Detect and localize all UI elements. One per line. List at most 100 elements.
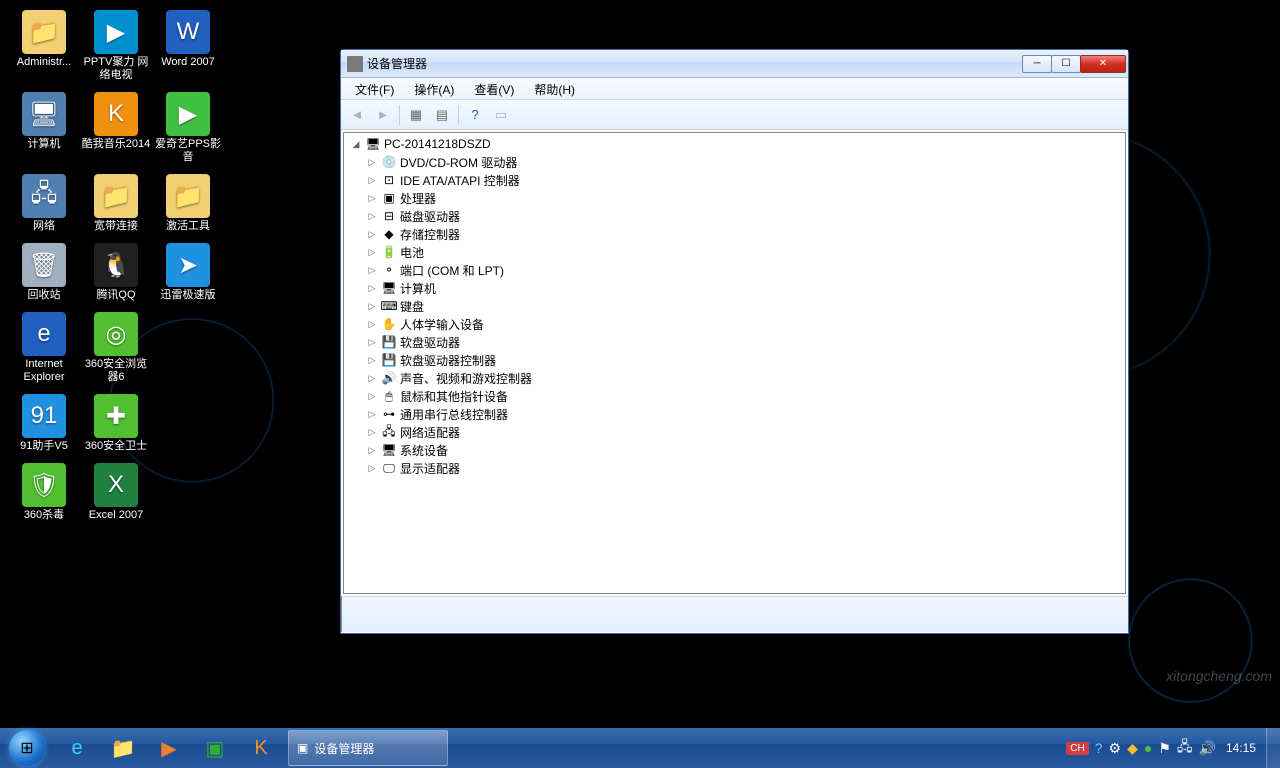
desktop-icon[interactable]: 🖧网络 xyxy=(8,174,80,233)
view-button[interactable]: ▤ xyxy=(430,103,454,127)
expand-icon[interactable]: ▷ xyxy=(366,391,378,402)
tree-category[interactable]: ▷▣处理器 xyxy=(344,189,1125,207)
taskbar: ⊞ e📁▶▣K ▣ 设备管理器 CH ? ⚙ ◆ ● ⚑ 🖧 🔊 14:15 xyxy=(0,728,1280,768)
expand-icon[interactable]: ▷ xyxy=(366,265,378,276)
category-icon: 🖧 xyxy=(381,424,397,440)
minimize-button[interactable]: ─ xyxy=(1022,55,1052,73)
show-hidden-button[interactable]: ▦ xyxy=(404,103,428,127)
desktop-icon[interactable]: 📁宽带连接 xyxy=(80,174,152,233)
tree-category[interactable]: ▷✋人体学输入设备 xyxy=(344,315,1125,333)
desktop-icon[interactable]: ◎360安全浏览器6 xyxy=(80,312,152,384)
collapse-icon[interactable]: ◢ xyxy=(350,139,362,150)
desktop-icon[interactable]: ▶爱奇艺PPS影音 xyxy=(152,92,224,164)
tray-help-icon[interactable]: ? xyxy=(1095,740,1103,756)
tree-category[interactable]: ▷🖵显示适配器 xyxy=(344,459,1125,477)
desktop-icon[interactable]: 📁激活工具 xyxy=(152,174,224,233)
pinned-app[interactable]: K xyxy=(239,730,283,766)
expand-icon[interactable]: ▷ xyxy=(366,355,378,366)
tree-category[interactable]: ▷🖧网络适配器 xyxy=(344,423,1125,441)
tree-category[interactable]: ▷⊶通用串行总线控制器 xyxy=(344,405,1125,423)
tray-flag-icon[interactable]: ⚑ xyxy=(1158,740,1171,757)
expand-icon[interactable]: ▷ xyxy=(366,211,378,222)
desktop-icon[interactable]: 🛡360杀毒 xyxy=(8,463,80,522)
tree-category[interactable]: ▷🔊声音、视频和游戏控制器 xyxy=(344,369,1125,387)
tray-gear-icon[interactable]: ⚙ xyxy=(1109,740,1122,757)
expand-icon[interactable]: ▷ xyxy=(366,247,378,258)
desktop-icon[interactable]: ➤迅雷极速版 xyxy=(152,243,224,302)
tree-category[interactable]: ▷⊟磁盘驱动器 xyxy=(344,207,1125,225)
desktop-icon[interactable]: ✚360安全卫士 xyxy=(80,394,152,453)
desktop-icon[interactable]: 9191助手V5 xyxy=(8,394,80,453)
category-label: 网络适配器 xyxy=(400,424,460,441)
maximize-button[interactable]: ☐ xyxy=(1051,55,1081,73)
expand-icon[interactable]: ▷ xyxy=(366,319,378,330)
desktop-icon[interactable]: 📁Administr... xyxy=(8,10,80,82)
category-label: 声音、视频和游戏控制器 xyxy=(400,370,532,387)
expand-icon[interactable]: ▷ xyxy=(366,175,378,186)
expand-icon[interactable]: ▷ xyxy=(366,157,378,168)
menu-item[interactable]: 查看(V) xyxy=(464,78,524,99)
show-desktop-button[interactable] xyxy=(1266,728,1280,768)
pinned-app[interactable]: e xyxy=(55,730,99,766)
category-label: 人体学输入设备 xyxy=(400,316,484,333)
close-button[interactable]: ✕ xyxy=(1080,55,1126,73)
clock[interactable]: 14:15 xyxy=(1222,741,1260,755)
expand-icon[interactable]: ▷ xyxy=(366,427,378,438)
app-icon: 🛡 xyxy=(22,463,66,507)
expand-icon[interactable]: ▷ xyxy=(366,283,378,294)
tree-category[interactable]: ▷💾软盘驱动器控制器 xyxy=(344,351,1125,369)
tree-category[interactable]: ▷💾软盘驱动器 xyxy=(344,333,1125,351)
desktop-icon[interactable]: 🐧腾讯QQ xyxy=(80,243,152,302)
desktop-icon[interactable]: 🗑回收站 xyxy=(8,243,80,302)
menu-item[interactable]: 帮助(H) xyxy=(524,78,585,99)
expand-icon[interactable]: ▷ xyxy=(366,445,378,456)
desktop-icon[interactable]: XExcel 2007 xyxy=(80,463,152,522)
start-button[interactable]: ⊞ xyxy=(0,728,54,768)
ime-indicator[interactable]: CH xyxy=(1066,742,1088,755)
category-icon: ⌨ xyxy=(381,298,397,314)
tree-category[interactable]: ▷⌨键盘 xyxy=(344,297,1125,315)
tray-volume-icon[interactable]: 🔊 xyxy=(1199,740,1216,757)
desktop[interactable]: 📁Administr...▶PPTV聚力 网络电视WWord 2007 🖥计算机K… xyxy=(0,0,1280,728)
device-tree[interactable]: ◢ 🖥 PC-20141218DSZD ▷💿DVD/CD-ROM 驱动器▷⊡ID… xyxy=(343,132,1126,594)
pinned-app[interactable]: ▣ xyxy=(193,730,237,766)
expand-icon[interactable]: ▷ xyxy=(366,301,378,312)
tree-category[interactable]: ▷🖱鼠标和其他指针设备 xyxy=(344,387,1125,405)
icon-label: 91助手V5 xyxy=(20,440,68,453)
app-icon: 🐧 xyxy=(94,243,138,287)
icon-label: 酷我音乐2014 xyxy=(82,138,150,151)
help-button[interactable]: ? xyxy=(463,103,487,127)
desktop-icon[interactable]: 🖥计算机 xyxy=(8,92,80,164)
status-bar xyxy=(341,596,1128,632)
tree-category[interactable]: ▷💿DVD/CD-ROM 驱动器 xyxy=(344,153,1125,171)
expand-icon[interactable]: ▷ xyxy=(366,337,378,348)
desktop-icon[interactable]: ▶PPTV聚力 网络电视 xyxy=(80,10,152,82)
pinned-app[interactable]: ▶ xyxy=(147,730,191,766)
expand-icon[interactable]: ▷ xyxy=(366,463,378,474)
expand-icon[interactable]: ▷ xyxy=(366,373,378,384)
taskbar-active-task[interactable]: ▣ 设备管理器 xyxy=(288,730,448,766)
category-icon: ◆ xyxy=(381,226,397,242)
tray-network-icon[interactable]: 🖧 xyxy=(1177,736,1193,760)
expand-icon[interactable]: ▷ xyxy=(366,193,378,204)
expand-icon[interactable]: ▷ xyxy=(366,409,378,420)
desktop-icon[interactable]: K酷我音乐2014 xyxy=(80,92,152,164)
tray-shield-icon[interactable]: ◆ xyxy=(1127,740,1138,757)
tree-category[interactable]: ▷🖥计算机 xyxy=(344,279,1125,297)
titlebar[interactable]: 设备管理器 ─ ☐ ✕ xyxy=(341,50,1128,78)
menu-item[interactable]: 操作(A) xyxy=(404,78,464,99)
tree-category[interactable]: ▷⊡IDE ATA/ATAPI 控制器 xyxy=(344,171,1125,189)
device-manager-window: 设备管理器 ─ ☐ ✕ 文件(F)操作(A)查看(V)帮助(H) ◄ ► ▦ ▤… xyxy=(340,49,1129,634)
tree-category[interactable]: ▷🖥系统设备 xyxy=(344,441,1125,459)
tree-root[interactable]: ◢ 🖥 PC-20141218DSZD xyxy=(344,135,1125,153)
pinned-app[interactable]: 📁 xyxy=(101,730,145,766)
tree-category[interactable]: ▷🔋电池 xyxy=(344,243,1125,261)
desktop-icon[interactable]: WWord 2007 xyxy=(152,10,224,82)
desktop-icon[interactable]: eInternet Explorer xyxy=(8,312,80,384)
app-icon: ◎ xyxy=(94,312,138,356)
tree-category[interactable]: ▷◆存储控制器 xyxy=(344,225,1125,243)
menu-item[interactable]: 文件(F) xyxy=(345,78,404,99)
tray-shield2-icon[interactable]: ● xyxy=(1144,740,1152,756)
tree-category[interactable]: ▷⚬端口 (COM 和 LPT) xyxy=(344,261,1125,279)
expand-icon[interactable]: ▷ xyxy=(366,229,378,240)
